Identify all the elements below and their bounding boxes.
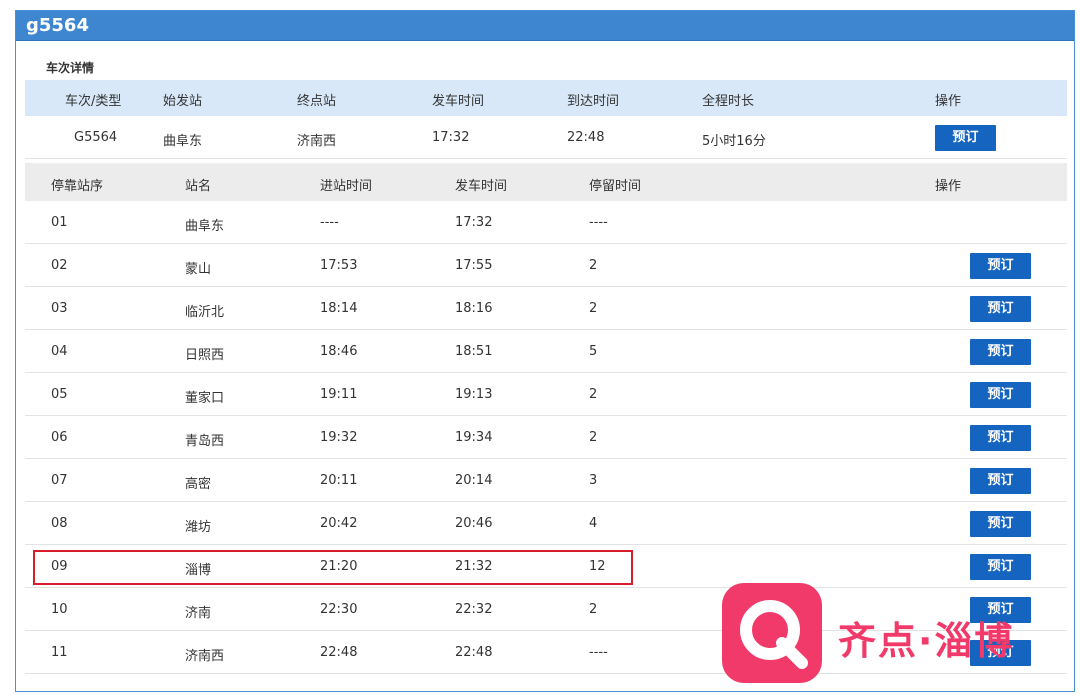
stop-seq: 05 (51, 387, 68, 402)
train-detail-panel: g5564 车次详情 车次/类型 始发站 终点站 发车时间 到达时间 全程时长 … (15, 10, 1075, 692)
book-button[interactable]: 预订 (970, 296, 1031, 322)
panel-title: g5564 (16, 11, 1074, 41)
departure-time: 20:14 (455, 473, 493, 488)
stay-time: ---- (589, 645, 608, 660)
table-row: 07 高密 20:11 20:14 3 预订 (25, 459, 1067, 502)
summary-row: G5564 曲阜东 济南西 17:32 22:48 5小时16分 预订 (25, 117, 1067, 159)
book-button[interactable]: 预订 (935, 125, 996, 151)
arrival-time: 20:11 (320, 473, 358, 488)
arrival-time: ---- (320, 215, 339, 230)
destination-station: 济南西 (297, 134, 337, 149)
header-destination: 终点站 (297, 94, 337, 109)
arrive-time: 22:48 (567, 130, 605, 145)
stop-seq: 08 (51, 516, 68, 531)
table-row: 05 董家口 19:11 19:13 2 预订 (25, 373, 1067, 416)
departure-time: 19:13 (455, 387, 493, 402)
book-button[interactable]: 预订 (970, 468, 1031, 494)
station-name: 济南西 (185, 649, 225, 664)
table-row: 04 日照西 18:46 18:51 5 预订 (25, 330, 1067, 373)
stay-time: 3 (589, 473, 598, 488)
station-name: 蒙山 (185, 262, 212, 277)
arrival-time: 18:46 (320, 344, 358, 359)
book-button[interactable]: 预订 (970, 339, 1031, 365)
station-name: 青岛西 (185, 434, 225, 449)
header-arrive-time: 到达时间 (567, 94, 620, 109)
stop-seq: 04 (51, 344, 68, 359)
origin-station: 曲阜东 (163, 134, 203, 149)
stop-seq: 01 (51, 215, 68, 230)
arrival-time: 22:30 (320, 602, 358, 617)
table-row: 08 潍坊 20:42 20:46 4 预订 (25, 502, 1067, 545)
table-row: 03 临沂北 18:14 18:16 2 预订 (25, 287, 1067, 330)
watermark-text: 齐点·淄博 (838, 619, 1015, 663)
header-train-type: 车次/类型 (65, 94, 122, 109)
station-name: 高密 (185, 477, 212, 492)
header-action: 操作 (935, 94, 962, 109)
book-button[interactable]: 预订 (970, 382, 1031, 408)
stop-seq: 07 (51, 473, 68, 488)
departure-time: 17:55 (455, 258, 493, 273)
arrival-time: 18:14 (320, 301, 358, 316)
table-row: 01 曲阜东 ---- 17:32 ---- (25, 201, 1067, 244)
stay-time: 2 (589, 387, 598, 402)
stop-seq: 11 (51, 645, 68, 660)
header-depart-time: 发车时间 (432, 94, 485, 109)
departure-time: 20:46 (455, 516, 493, 531)
departure-time: 19:34 (455, 430, 493, 445)
stop-seq: 03 (51, 301, 68, 316)
stay-time: ---- (589, 215, 608, 230)
header-duration: 全程时长 (702, 94, 755, 109)
header-arrival-time: 进站时间 (320, 179, 373, 194)
station-name: 曲阜东 (185, 219, 225, 234)
q-logo-icon (722, 583, 822, 683)
stop-seq: 10 (51, 602, 68, 617)
stay-time: 2 (589, 301, 598, 316)
book-button[interactable]: 预订 (970, 511, 1031, 537)
book-button[interactable]: 预订 (970, 554, 1031, 580)
train-number: G5564 (74, 130, 118, 145)
station-name: 董家口 (185, 391, 225, 406)
arrival-time: 19:11 (320, 387, 358, 402)
station-name: 济南 (185, 606, 212, 621)
section-title: 车次详情 (46, 61, 95, 75)
stay-time: 2 (589, 430, 598, 445)
table-row: 02 蒙山 17:53 17:55 2 预订 (25, 244, 1067, 287)
stop-seq: 02 (51, 258, 68, 273)
arrival-time: 17:53 (320, 258, 358, 273)
stops-header: 停靠站序 站名 进站时间 发车时间 停留时间 操作 (25, 163, 1067, 201)
station-name: 临沂北 (185, 305, 225, 320)
station-name: 日照西 (185, 348, 225, 363)
header-stay-time: 停留时间 (589, 179, 642, 194)
departure-time: 22:32 (455, 602, 493, 617)
stay-time: 2 (589, 602, 598, 617)
stay-time: 4 (589, 516, 598, 531)
arrival-time: 20:42 (320, 516, 358, 531)
stay-time: 5 (589, 344, 598, 359)
header-stop-action: 操作 (935, 179, 962, 194)
header-origin: 始发站 (163, 94, 203, 109)
stop-seq: 06 (51, 430, 68, 445)
departure-time: 17:32 (455, 215, 493, 230)
station-name: 潍坊 (185, 520, 212, 535)
duration: 5小时16分 (702, 134, 766, 149)
table-row: 06 青岛西 19:32 19:34 2 预订 (25, 416, 1067, 459)
header-departure-time: 发车时间 (455, 179, 508, 194)
highlight-box (33, 550, 633, 585)
arrival-time: 22:48 (320, 645, 358, 660)
book-button[interactable]: 预订 (970, 253, 1031, 279)
departure-time: 22:48 (455, 645, 493, 660)
depart-time: 17:32 (432, 130, 470, 145)
departure-time: 18:51 (455, 344, 493, 359)
header-station-name: 站名 (185, 179, 212, 194)
header-stop-seq: 停靠站序 (51, 179, 104, 194)
summary-header: 车次/类型 始发站 终点站 发车时间 到达时间 全程时长 操作 (25, 80, 1067, 116)
arrival-time: 19:32 (320, 430, 358, 445)
stay-time: 2 (589, 258, 598, 273)
book-button[interactable]: 预订 (970, 425, 1031, 451)
departure-time: 18:16 (455, 301, 493, 316)
